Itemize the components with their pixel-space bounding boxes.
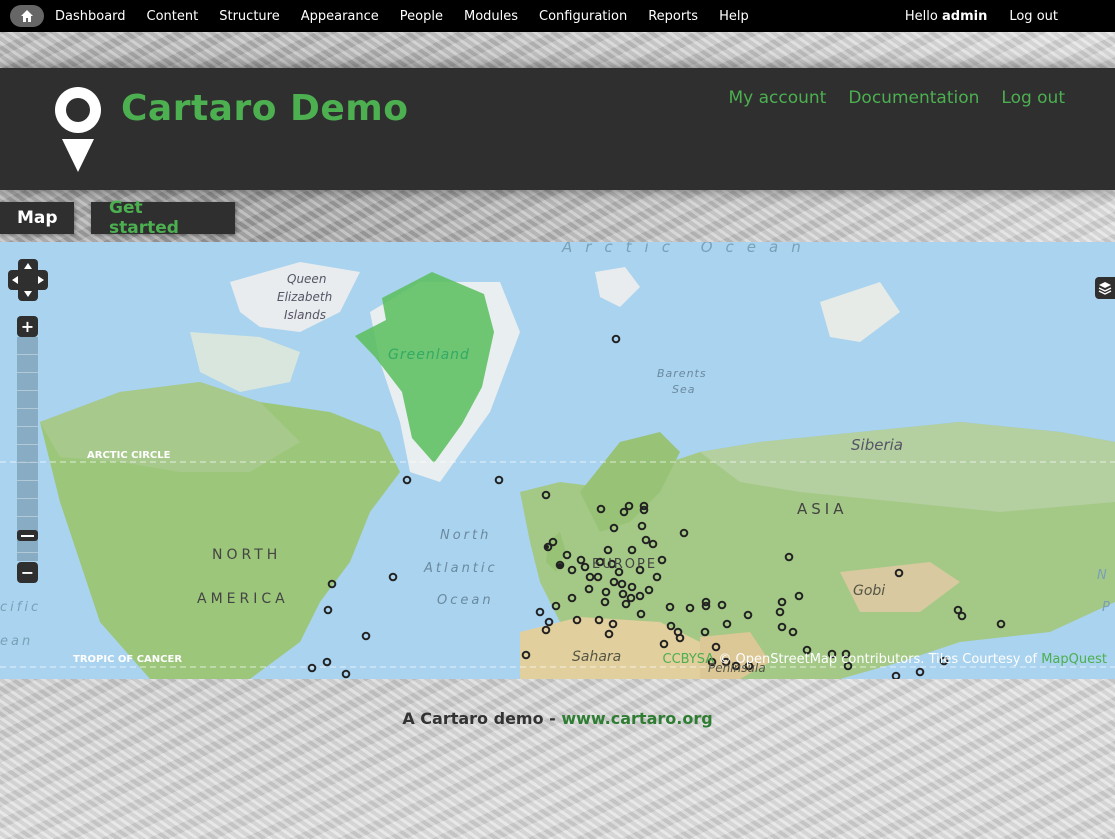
label-ocean-left: ean bbox=[0, 634, 33, 649]
world-basemap: Arctic Ocean Queen Elizabeth Islands Gre… bbox=[0, 242, 1115, 679]
label-arctic-circle: ARCTIC CIRCLE bbox=[87, 450, 171, 461]
label-elizabeth: Elizabeth bbox=[277, 290, 332, 304]
label-pacific: cific bbox=[0, 600, 41, 615]
header-logout-link[interactable]: Log out bbox=[1001, 88, 1065, 108]
arrow-left-icon bbox=[12, 276, 18, 284]
label-gobi: Gobi bbox=[853, 583, 885, 599]
user-area: Hello admin Log out bbox=[905, 9, 1058, 24]
label-queen: Queen bbox=[287, 272, 326, 286]
my-account-link[interactable]: My account bbox=[728, 88, 826, 108]
pan-center bbox=[20, 271, 36, 289]
documentation-link[interactable]: Documentation bbox=[848, 88, 979, 108]
zoom-slider-ticks bbox=[17, 337, 38, 561]
admin-toolbar: Dashboard Content Structure Appearance P… bbox=[0, 0, 1115, 32]
cartaro-link[interactable]: www.cartaro.org bbox=[561, 709, 712, 728]
label-tropic: TROPIC OF CANCER bbox=[73, 654, 182, 665]
license-link[interactable]: CCBYSA bbox=[663, 652, 715, 667]
zoom-in-button[interactable]: + bbox=[17, 316, 38, 337]
arrow-down-icon bbox=[24, 291, 32, 297]
greeting-prefix: Hello bbox=[904, 8, 942, 24]
toolbar-logout-link[interactable]: Log out bbox=[1009, 9, 1058, 24]
label-ocean: Ocean bbox=[437, 593, 494, 608]
label-p-right: P bbox=[1102, 600, 1110, 615]
label-arctic-ocean: Arctic Ocean bbox=[561, 242, 814, 256]
pan-control bbox=[8, 259, 48, 301]
site-footer: A Cartaro demo - www.cartaro.org bbox=[0, 709, 1115, 728]
label-europe: EUROPE bbox=[592, 557, 657, 572]
mapquest-link[interactable]: MapQuest bbox=[1041, 652, 1107, 667]
secondary-menu: My account Documentation Log out bbox=[706, 88, 1065, 108]
handle-grip bbox=[21, 534, 34, 537]
admin-menu-reports[interactable]: Reports bbox=[648, 9, 698, 24]
site-header: Cartaro Demo My account Documentation Lo… bbox=[0, 68, 1115, 190]
label-asia: ASIA bbox=[797, 500, 847, 518]
greeting: Hello admin bbox=[905, 9, 987, 24]
label-barents: Barents bbox=[657, 367, 707, 380]
admin-menu-dashboard[interactable]: Dashboard bbox=[55, 9, 126, 24]
tab-map[interactable]: Map bbox=[0, 202, 74, 234]
admin-menu-structure[interactable]: Structure bbox=[219, 9, 279, 24]
zoom-slider-track[interactable] bbox=[17, 337, 38, 561]
label-north-america-1: NORTH bbox=[212, 547, 281, 563]
pan-down-button[interactable] bbox=[18, 287, 38, 301]
label-islands: Islands bbox=[284, 308, 326, 322]
label-north: North bbox=[440, 528, 491, 543]
attribution-text: © OpenStreetMap contributors. Tiles Cour… bbox=[714, 652, 1042, 667]
admin-menu-modules[interactable]: Modules bbox=[464, 9, 518, 24]
admin-menu: Dashboard Content Structure Appearance P… bbox=[55, 9, 770, 24]
zoom-out-button[interactable]: − bbox=[17, 562, 38, 583]
label-n-right: N bbox=[1097, 568, 1107, 583]
footer-text: A Cartaro demo - bbox=[402, 709, 562, 728]
label-atlantic: Atlantic bbox=[423, 561, 498, 576]
map-pin-logo-icon[interactable] bbox=[50, 84, 106, 174]
tabs: Map Get started bbox=[0, 198, 235, 238]
label-sahara: Sahara bbox=[572, 649, 621, 665]
admin-menu-content[interactable]: Content bbox=[147, 9, 199, 24]
home-button[interactable] bbox=[10, 5, 44, 27]
label-north-america-2: AMERICA bbox=[197, 591, 289, 607]
username[interactable]: admin bbox=[942, 9, 987, 24]
arrow-right-icon bbox=[38, 276, 44, 284]
layers-icon bbox=[1098, 282, 1112, 295]
map-attribution: CCBYSA © OpenStreetMap contributors. Til… bbox=[663, 652, 1108, 667]
admin-menu-help[interactable]: Help bbox=[719, 9, 749, 24]
label-sea: Sea bbox=[672, 383, 696, 396]
home-icon bbox=[21, 10, 33, 22]
arrow-up-icon bbox=[24, 263, 32, 269]
map-viewport[interactable]: Arctic Ocean Queen Elizabeth Islands Gre… bbox=[0, 242, 1115, 679]
label-greenland: Greenland bbox=[388, 347, 470, 363]
layer-switcher-button[interactable] bbox=[1095, 277, 1115, 299]
tab-get-started[interactable]: Get started bbox=[91, 198, 235, 238]
label-siberia: Siberia bbox=[851, 436, 903, 454]
admin-menu-configuration[interactable]: Configuration bbox=[539, 9, 627, 24]
site-name[interactable]: Cartaro Demo bbox=[121, 88, 409, 129]
admin-menu-appearance[interactable]: Appearance bbox=[301, 9, 379, 24]
admin-menu-people[interactable]: People bbox=[400, 9, 443, 24]
zoom-slider-handle[interactable] bbox=[17, 530, 38, 541]
